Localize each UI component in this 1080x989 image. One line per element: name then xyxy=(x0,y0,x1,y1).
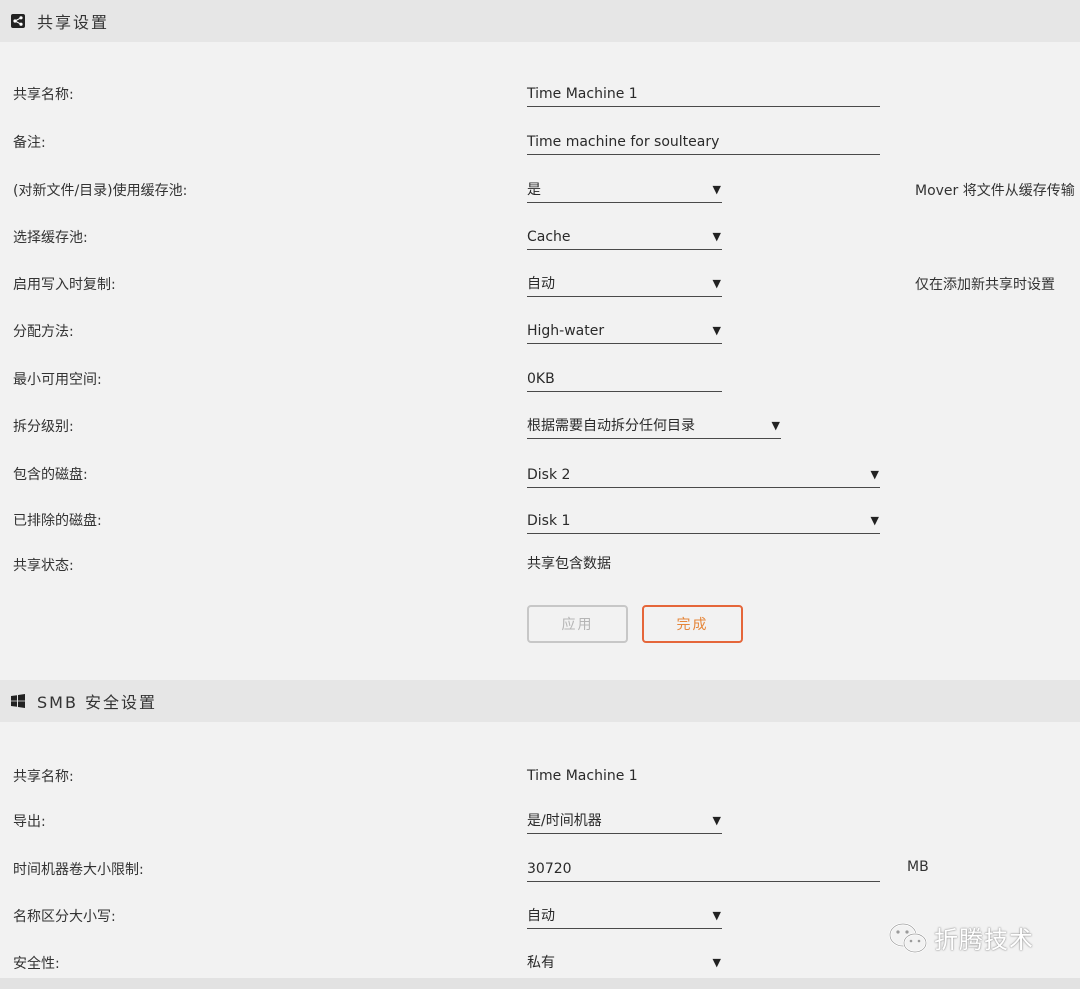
chevron-down-icon: ▼ xyxy=(712,324,721,337)
min-free-label: 最小可用空间: xyxy=(13,372,102,388)
split-level-value: 根据需要自动拆分任何目录 xyxy=(527,418,695,434)
use-cache-select[interactable]: 是 ▼ xyxy=(527,178,722,203)
excluded-disks-label: 已排除的磁盘: xyxy=(13,513,102,529)
bottom-strip xyxy=(0,978,1080,989)
chevron-down-icon: ▼ xyxy=(712,814,721,827)
use-cache-note: Mover 将文件从缓存传输 xyxy=(915,183,1075,199)
chevron-down-icon: ▼ xyxy=(712,956,721,969)
share-name-value: Time Machine 1 xyxy=(527,86,638,102)
comment-label: 备注: xyxy=(13,135,46,151)
wechat-icon xyxy=(888,922,928,953)
share-name-label: 共享名称: xyxy=(13,87,74,103)
cow-note: 仅在添加新共享时设置 xyxy=(915,277,1055,293)
use-cache-label: (对新文件/目录)使用缓存池: xyxy=(13,183,188,199)
watermark: 折腾技术 xyxy=(888,920,1034,955)
smb-share-name-text: Time Machine 1 xyxy=(527,768,638,784)
use-cache-value: 是 xyxy=(527,182,541,198)
smb-share-name-label: 共享名称: xyxy=(13,769,74,785)
security-select[interactable]: 私有 ▼ xyxy=(527,951,722,975)
share-status-value: 共享包含数据 xyxy=(527,552,727,576)
allocation-label: 分配方法: xyxy=(13,324,74,340)
chevron-down-icon: ▼ xyxy=(712,909,721,922)
watermark-text: 折腾技术 xyxy=(934,926,1034,954)
tm-size-unit: MB xyxy=(907,859,929,875)
smb-settings-title: SMB 安全设置 xyxy=(37,693,158,712)
chevron-down-icon: ▼ xyxy=(870,468,879,481)
case-sensitive-value: 自动 xyxy=(527,908,555,924)
included-disks-value: Disk 2 xyxy=(527,467,571,483)
min-free-input[interactable]: 0KB xyxy=(527,367,722,392)
export-select[interactable]: 是/时间机器 ▼ xyxy=(527,809,722,834)
cow-label: 启用写入时复制: xyxy=(13,277,116,293)
comment-input[interactable]: Time machine for soulteary xyxy=(527,130,880,155)
cache-pool-select[interactable]: Cache ▼ xyxy=(527,225,722,250)
share-settings-header: 共享设置 xyxy=(0,0,1080,42)
tm-size-value: 30720 xyxy=(527,861,572,877)
excluded-disks-select[interactable]: Disk 1 ▼ xyxy=(527,509,880,534)
split-level-select[interactable]: 根据需要自动拆分任何目录 ▼ xyxy=(527,414,781,439)
share-settings-title: 共享设置 xyxy=(37,13,110,32)
done-button[interactable]: 完成 xyxy=(642,605,743,643)
security-value: 私有 xyxy=(527,955,555,971)
included-disks-select[interactable]: Disk 2 ▼ xyxy=(527,463,880,488)
share-status-label: 共享状态: xyxy=(13,558,74,574)
export-label: 导出: xyxy=(13,814,46,830)
allocation-select[interactable]: High-water ▼ xyxy=(527,319,722,344)
security-label: 安全性: xyxy=(13,956,60,972)
share-status-text: 共享包含数据 xyxy=(527,556,611,572)
tm-size-label: 时间机器卷大小限制: xyxy=(13,862,144,878)
chevron-down-icon: ▼ xyxy=(712,230,721,243)
share-icon xyxy=(11,14,25,28)
chevron-down-icon: ▼ xyxy=(712,277,721,290)
smb-share-name-value: Time Machine 1 xyxy=(527,764,727,788)
cow-value: 自动 xyxy=(527,276,555,292)
apply-button[interactable]: 应用 xyxy=(527,605,628,643)
min-free-value: 0KB xyxy=(527,371,555,387)
windows-icon xyxy=(11,694,25,708)
chevron-down-icon: ▼ xyxy=(712,183,721,196)
tm-size-input[interactable]: 30720 xyxy=(527,857,880,882)
export-value: 是/时间机器 xyxy=(527,813,602,829)
smb-settings-header: SMB 安全设置 xyxy=(0,680,1080,722)
allocation-value: High-water xyxy=(527,323,605,339)
included-disks-label: 包含的磁盘: xyxy=(13,467,88,483)
split-level-label: 拆分级别: xyxy=(13,419,74,435)
chevron-down-icon: ▼ xyxy=(771,419,780,432)
case-sensitive-label: 名称区分大小写: xyxy=(13,909,116,925)
cache-pool-label: 选择缓存池: xyxy=(13,230,88,246)
comment-value: Time machine for soulteary xyxy=(527,134,720,150)
cow-select[interactable]: 自动 ▼ xyxy=(527,272,722,297)
chevron-down-icon: ▼ xyxy=(870,514,879,527)
share-name-input[interactable]: Time Machine 1 xyxy=(527,82,880,107)
excluded-disks-value: Disk 1 xyxy=(527,513,571,529)
case-sensitive-select[interactable]: 自动 ▼ xyxy=(527,904,722,929)
cache-pool-value: Cache xyxy=(527,229,571,245)
